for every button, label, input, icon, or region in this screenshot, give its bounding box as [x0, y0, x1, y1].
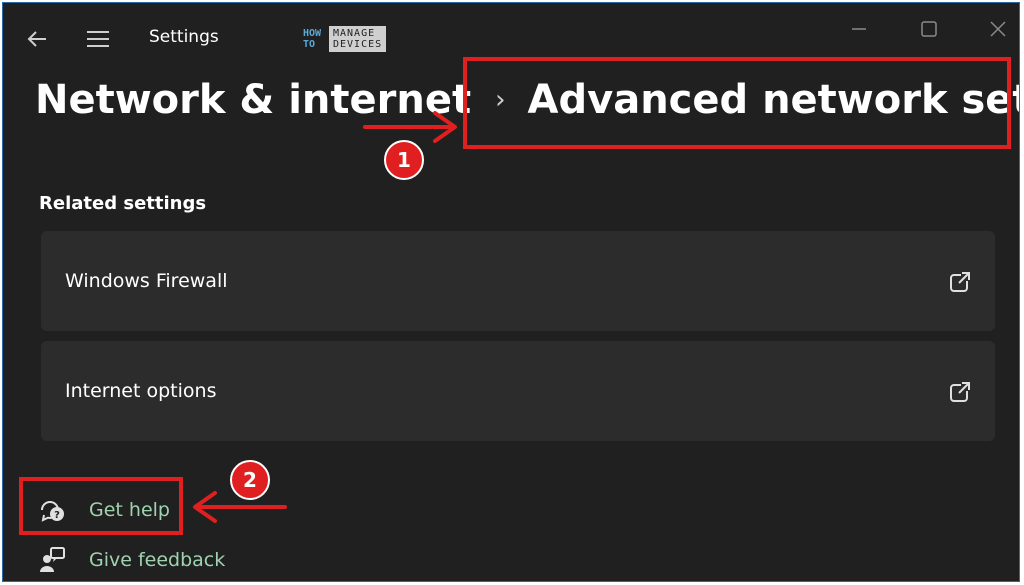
- hamburger-icon: [87, 31, 109, 47]
- windows-firewall-label: Windows Firewall: [65, 270, 228, 292]
- app-title: Settings: [149, 27, 219, 47]
- back-button[interactable]: [23, 25, 51, 53]
- annotation-arrow-1: [363, 111, 457, 143]
- settings-window: Settings HOW TO MANAGE DEVICES Network &…: [2, 2, 1020, 582]
- logo-how-to: HOW TO: [303, 28, 322, 50]
- internet-options-label: Internet options: [65, 380, 217, 402]
- open-external-icon: [950, 381, 971, 402]
- close-button[interactable]: [978, 13, 1018, 45]
- give-feedback-label: Give feedback: [89, 549, 226, 571]
- minimize-button[interactable]: [839, 13, 879, 45]
- feedback-icon: [37, 545, 67, 575]
- close-icon: [990, 21, 1006, 37]
- logo-manage-devices: MANAGE DEVICES: [329, 26, 387, 52]
- internet-options-card[interactable]: Internet options: [41, 341, 995, 441]
- arrow-left-icon: [27, 31, 46, 47]
- highlight-box-page-title: [463, 57, 1011, 149]
- maximize-button[interactable]: [909, 13, 949, 45]
- navigation-menu-button[interactable]: [83, 25, 113, 53]
- step-badge-2: 2: [230, 460, 270, 500]
- howto-manage-devices-logo: HOW TO MANAGE DEVICES: [303, 23, 387, 55]
- windows-firewall-card[interactable]: Windows Firewall: [41, 231, 995, 331]
- related-settings-heading: Related settings: [39, 193, 207, 214]
- step-badge-1: 1: [384, 140, 424, 180]
- open-external-icon: [950, 271, 971, 292]
- give-feedback-link[interactable]: Give feedback: [37, 545, 225, 575]
- maximize-icon: [921, 21, 937, 37]
- highlight-box-get-help: [19, 477, 183, 535]
- minimize-icon: [852, 28, 866, 30]
